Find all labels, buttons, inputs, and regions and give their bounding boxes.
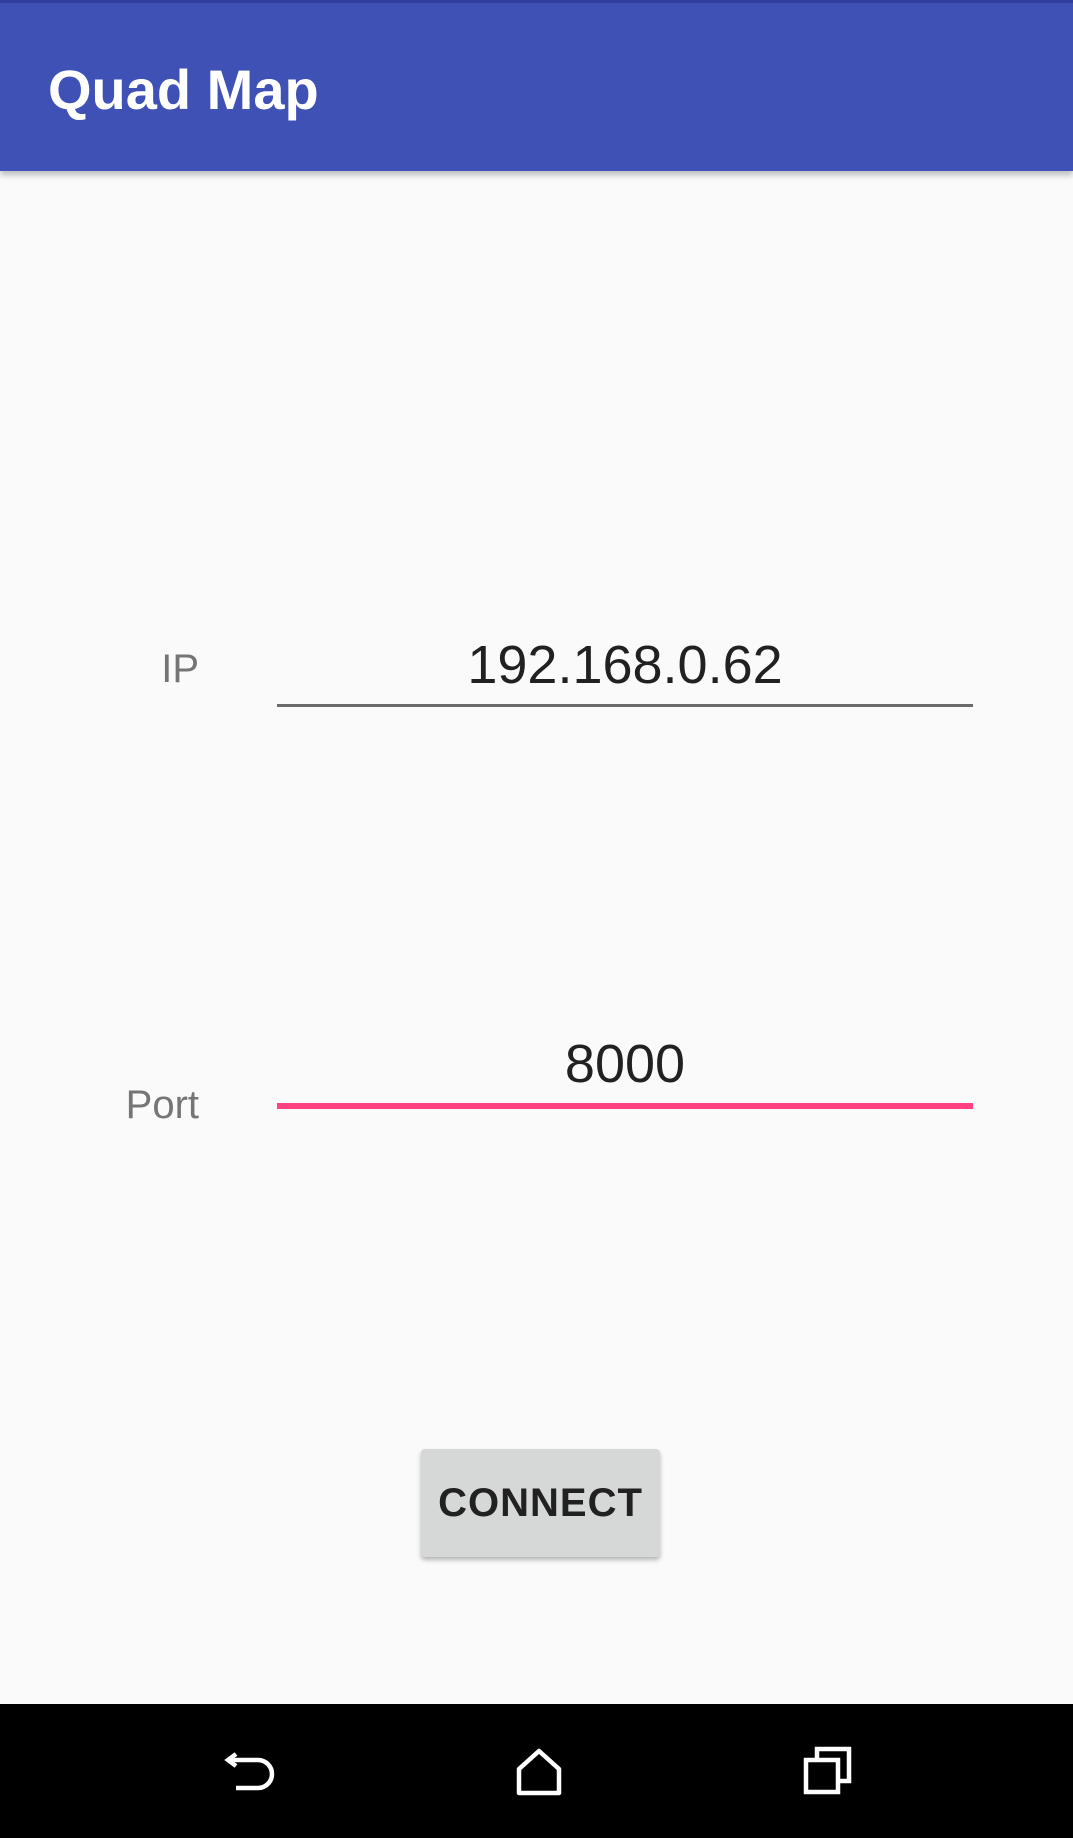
port-input[interactable] xyxy=(277,1024,973,1104)
recents-button[interactable] xyxy=(777,1724,877,1818)
ip-input[interactable] xyxy=(277,625,973,705)
app-title: Quad Map xyxy=(48,58,319,121)
connect-button[interactable]: CONNECT xyxy=(421,1449,660,1557)
port-label: Port xyxy=(125,1083,199,1127)
ip-label: IP xyxy=(161,647,199,691)
recents-icon xyxy=(803,1746,852,1795)
back-button[interactable] xyxy=(202,1724,302,1818)
home-icon xyxy=(516,1748,562,1796)
ip-input-underline xyxy=(277,704,973,707)
app-bar: Quad Map xyxy=(0,0,1073,171)
port-input-underline xyxy=(277,1103,973,1109)
navigation-bar xyxy=(0,1704,1073,1838)
app-screen: Quad Map IP Port CONNECT xyxy=(0,0,1073,1838)
back-icon xyxy=(224,1752,275,1791)
home-button[interactable] xyxy=(489,1724,589,1818)
status-bar-edge xyxy=(0,0,1073,3)
